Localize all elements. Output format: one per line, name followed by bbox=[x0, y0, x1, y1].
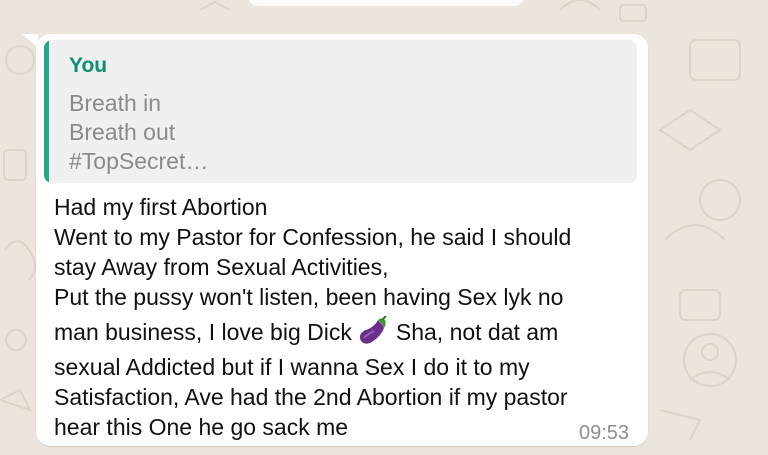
quote-line: #TopSecret… bbox=[69, 148, 209, 174]
message-line: stay Away from Sexual Activities, bbox=[54, 254, 389, 280]
quoted-reply[interactable]: You Breath in Breath out #TopSecret… bbox=[44, 40, 637, 183]
quote-line: Breath in bbox=[69, 90, 162, 116]
message-line: sexual Addicted but if I wanna Sex I do … bbox=[54, 354, 530, 380]
quote-author: You bbox=[69, 54, 108, 77]
message-line: Satisfaction, Ave had the 2nd Abortion i… bbox=[54, 384, 568, 410]
quote-line: Breath out bbox=[69, 119, 176, 145]
message-line: Put the pussy won't listen, been having … bbox=[54, 284, 564, 310]
eggplant-emoji-icon bbox=[356, 315, 390, 352]
message-line-with-emoji: man business, I love big Dick Sha, not d… bbox=[54, 315, 559, 352]
message-line: hear this One he go sack me bbox=[54, 414, 349, 440]
message-line: Had my first Abortion bbox=[54, 194, 268, 220]
message-text: man business, I love big Dick bbox=[54, 319, 352, 346]
message-timestamp: 09:53 bbox=[579, 422, 630, 444]
message-text: Sha, not dat am bbox=[395, 319, 559, 346]
quote-accent-bar bbox=[44, 40, 49, 183]
date-pill bbox=[248, 0, 524, 6]
message-line: Went to my Pastor for Confession, he sai… bbox=[54, 224, 572, 250]
